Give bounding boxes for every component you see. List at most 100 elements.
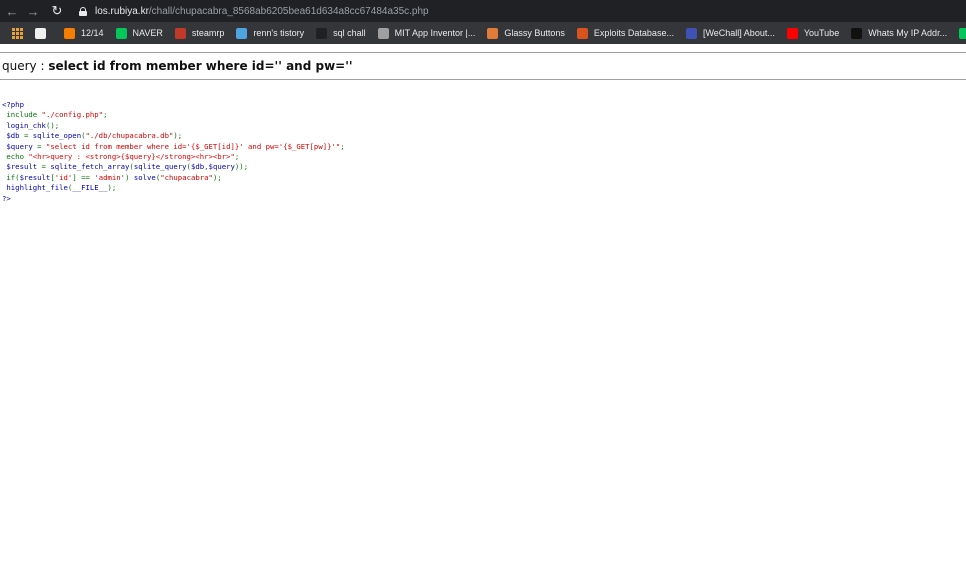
bookmark-youtube[interactable]: YouTube — [781, 22, 845, 44]
address-bar[interactable]: los.rubiya.kr/chall/chupacabra_8568ab620… — [73, 1, 966, 21]
steam-icon — [174, 27, 186, 39]
bookmark-renn-s-tistory[interactable]: renn's tistory — [230, 22, 310, 44]
tistory-icon — [236, 27, 248, 39]
query-line: query : select id from member where id='… — [2, 59, 353, 73]
bookmark-label: steamrp — [191, 28, 225, 38]
code-token: "<hr>query : <strong>{$query}</strong><h… — [28, 152, 235, 162]
code-line: if($result['id'] == 'admin') solve("chup… — [2, 173, 345, 183]
code-line: $query = "select id from member where id… — [2, 141, 345, 152]
blog-icon — [35, 27, 46, 39]
url-path: /chall/chupacabra_8568ab6205bea61d634a8c… — [148, 5, 429, 17]
bookmark-label: Glassy Buttons — [504, 28, 565, 38]
source-code: <?php include "./config.php"; login_chk(… — [2, 100, 345, 204]
code-token: $result — [19, 172, 51, 182]
code-token: $query — [208, 162, 235, 172]
divider — [0, 79, 966, 80]
bookmark-label: 12/14 — [81, 28, 104, 38]
query-text: select id from member where id='' and pw… — [48, 59, 353, 73]
browser-toolbar: ← → ↻ los.rubiya.kr/chall/chupacabra_856… — [0, 0, 966, 22]
bookmark-wechall-about[interactable]: [WeChall] About... — [680, 22, 781, 44]
code-line: $db = sqlite_open("./db/chupacabra.db"); — [2, 131, 345, 141]
youtube-icon — [786, 27, 798, 39]
code-line: ?> — [2, 194, 345, 204]
naver-icon — [959, 27, 966, 39]
bookmark-blog[interactable] — [29, 22, 58, 44]
code-line: <?php — [2, 100, 345, 110]
code-line: include "./config.php"; — [2, 110, 345, 120]
code-token: ); — [212, 172, 222, 182]
code-token: ; — [103, 110, 108, 120]
code-token: ); — [173, 131, 183, 141]
code-token: 'id' — [54, 172, 73, 182]
page-content: query : select id from member where id='… — [0, 44, 966, 564]
code-line: $result = sqlite_fetch_array(sqlite_quer… — [2, 162, 345, 172]
code-token: $db — [190, 162, 205, 172]
forward-icon[interactable]: → — [24, 2, 42, 20]
query-prefix: query : — [2, 59, 49, 73]
code-token: ; — [340, 141, 345, 151]
exploitdb-icon — [576, 27, 588, 39]
code-token: "select id from member where id='{$_GET[… — [45, 141, 341, 151]
ip-icon — [851, 27, 863, 39]
bookmarks-bar: 12/14 NAVER steamrp renn's tistory sql chall… — [0, 22, 966, 44]
naver-icon — [115, 27, 127, 39]
divider — [0, 52, 966, 53]
code-token: = — [37, 141, 46, 151]
code-line: login_chk(); — [2, 121, 345, 131]
lock-icon — [79, 6, 87, 16]
code-token: ); — [107, 183, 117, 193]
code-line: echo "<hr>query : <strong>{$query}</stro… — [2, 152, 345, 162]
code-token: sqlite_open — [32, 131, 82, 141]
code-token: if( — [2, 172, 20, 182]
bookmark-sql-chall[interactable]: sql chall — [310, 22, 372, 44]
glassy-icon — [487, 27, 499, 39]
blogger-icon — [64, 27, 75, 39]
code-token: highlight_file — [2, 183, 68, 193]
code-token: __FILE__ — [72, 183, 108, 193]
back-icon[interactable]: ← — [3, 2, 21, 20]
code-token: sqlite_fetch_array — [50, 162, 130, 172]
bookmark-12-14[interactable]: 12/14 — [58, 22, 110, 44]
bookmark-mit-app-inventor[interactable]: MIT App Inventor |... — [372, 22, 482, 44]
code-token: $query — [2, 141, 38, 151]
bookmark-naver[interactable]: NAVER — [953, 22, 966, 44]
code-token: "./db/chupacabra.db" — [85, 131, 174, 141]
code-token: ?> — [2, 193, 11, 203]
bookmark-naver[interactable]: NAVER — [110, 22, 169, 44]
code-token: ; — [234, 152, 240, 162]
code-token: login_chk — [2, 120, 46, 130]
bookmark-label: Exploits Database... — [593, 28, 674, 38]
code-token: )); — [234, 162, 249, 172]
code-token: "./config.php" — [41, 110, 104, 120]
code-token: 'admin' — [94, 172, 126, 182]
code-line: highlight_file(__FILE__); — [2, 183, 345, 193]
bookmark-glassy-buttons[interactable]: Glassy Buttons — [481, 22, 571, 44]
code-token: solve — [133, 172, 156, 182]
code-token: ) — [125, 172, 134, 182]
apps-icon — [12, 27, 23, 39]
bookmark-exploits-database[interactable]: Exploits Database... — [571, 22, 680, 44]
code-token: sqlite_query — [133, 162, 187, 172]
code-token: (); — [45, 120, 60, 130]
bookmark-steamrp[interactable]: steamrp — [169, 22, 231, 44]
z-icon — [316, 27, 328, 39]
wechall-icon — [685, 27, 697, 39]
bookmark-label: renn's tistory — [253, 28, 305, 38]
bookmark-label: NAVER — [132, 28, 163, 38]
appinventor-icon — [377, 27, 389, 39]
code-token: ] == — [72, 172, 95, 182]
code-token: echo — [2, 152, 29, 162]
reload-icon[interactable]: ↻ — [48, 2, 66, 20]
code-token: "chupacabra" — [160, 172, 213, 182]
bookmark-label: sql chall — [333, 28, 366, 38]
bookmark-label: MIT App Inventor |... — [394, 28, 476, 38]
url-host: los.rubiya.kr — [95, 5, 149, 17]
bookmark-whats-my-ip-addr[interactable]: Whats My IP Addr... — [845, 22, 953, 44]
bookmark-label: Whats My IP Addr... — [868, 28, 948, 38]
code-token: <?php — [2, 100, 24, 109]
code-token: $result — [2, 162, 42, 172]
code-token: $db — [2, 131, 24, 141]
bookmark-apps[interactable] — [0, 22, 29, 44]
code-token: include — [2, 110, 42, 120]
bookmark-label: [WeChall] About... — [702, 28, 775, 38]
